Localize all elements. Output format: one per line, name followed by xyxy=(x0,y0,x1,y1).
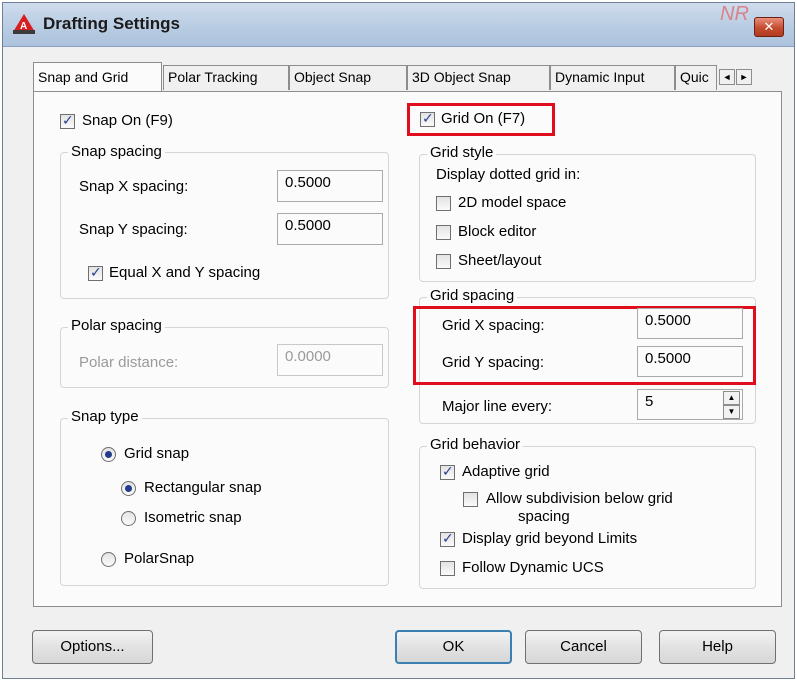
cancel-button[interactable]: Cancel xyxy=(525,630,642,664)
svg-text:A: A xyxy=(20,21,27,32)
help-button[interactable]: Help xyxy=(659,630,776,664)
tab-quick-properties[interactable]: Quic xyxy=(675,65,717,90)
display-grid-beyond-limits-label: Display grid beyond Limits xyxy=(462,530,638,547)
tab-scroll-right-icon[interactable]: ► xyxy=(736,69,752,85)
title-bar[interactable]: A Drafting Settings ✕ xyxy=(3,3,794,47)
tab-snap-and-grid[interactable]: Snap and Grid xyxy=(33,62,162,91)
snap-spacing-title: Snap spacing xyxy=(68,143,165,160)
polar-snap-radio[interactable] xyxy=(101,552,116,567)
polar-spacing-title: Polar spacing xyxy=(68,317,165,334)
sheet-layout-label: Sheet/layout xyxy=(458,252,542,269)
grid-y-spacing-label: Grid Y spacing: xyxy=(442,354,545,371)
grid-behavior-title: Grid behavior xyxy=(427,436,524,453)
snap-and-grid-panel: Snap On (F9) Snap spacing Snap X spacing… xyxy=(33,91,782,607)
adaptive-grid-checkbox[interactable] xyxy=(440,463,455,480)
polar-distance-input[interactable]: 0.0000 xyxy=(277,344,383,376)
tab-object-snap[interactable]: Object Snap xyxy=(289,65,407,90)
grid-x-spacing-label: Grid X spacing: xyxy=(442,317,545,334)
grid-x-spacing-input[interactable]: 0.5000 xyxy=(637,308,743,339)
grid-on-checkbox[interactable] xyxy=(420,110,435,127)
grid-y-spacing-input[interactable]: 0.5000 xyxy=(637,346,743,377)
snap-y-spacing-input[interactable]: 0.5000 xyxy=(277,213,383,245)
equal-xy-spacing-checkbox[interactable] xyxy=(88,264,103,281)
adaptive-grid-label: Adaptive grid xyxy=(462,463,550,480)
grid-on-label: Grid On (F7) xyxy=(441,110,526,127)
allow-subdivision-checkbox[interactable] xyxy=(463,492,478,507)
block-editor-checkbox[interactable] xyxy=(436,225,451,240)
isometric-snap-radio[interactable] xyxy=(121,511,136,526)
snap-x-spacing-label: Snap X spacing: xyxy=(79,178,189,195)
isometric-snap-label: Isometric snap xyxy=(144,509,242,526)
options-button[interactable]: Options... xyxy=(32,630,153,664)
grid-style-caption: Display dotted grid in: xyxy=(436,166,581,183)
block-editor-label: Block editor xyxy=(458,223,537,240)
tab-polar-tracking[interactable]: Polar Tracking xyxy=(163,65,289,90)
2d-model-space-label: 2D model space xyxy=(458,194,567,211)
polar-distance-label: Polar distance: xyxy=(79,354,179,371)
grid-style-title: Grid style xyxy=(427,144,497,161)
autocad-app-icon: A xyxy=(13,14,35,34)
grid-spacing-title: Grid spacing xyxy=(427,287,518,304)
snap-on-label: Snap On (F9) xyxy=(82,112,173,129)
display-grid-beyond-limits-checkbox[interactable] xyxy=(440,530,455,547)
allow-subdivision-label-line2: spacing xyxy=(518,508,570,525)
spin-up-icon[interactable]: ▲ xyxy=(723,391,740,405)
sheet-layout-checkbox[interactable] xyxy=(436,254,451,269)
window-title: Drafting Settings xyxy=(43,14,180,33)
grid-snap-label: Grid snap xyxy=(124,445,190,462)
grid-snap-radio[interactable] xyxy=(101,447,116,462)
drafting-settings-dialog: A Drafting Settings ✕ NR Snap and Grid P… xyxy=(2,2,795,679)
2d-model-space-checkbox[interactable] xyxy=(436,196,451,211)
ok-button[interactable]: OK xyxy=(395,630,512,664)
rectangular-snap-label: Rectangular snap xyxy=(144,479,262,496)
allow-subdivision-label: Allow subdivision below grid xyxy=(486,490,673,507)
polar-snap-label: PolarSnap xyxy=(124,550,195,567)
snap-on-checkbox[interactable] xyxy=(60,112,75,129)
rectangular-snap-radio[interactable] xyxy=(121,481,136,496)
major-line-every-label: Major line every: xyxy=(442,398,553,415)
watermark: NR xyxy=(720,3,749,25)
tab-scroll-left-icon[interactable]: ◄ xyxy=(719,69,735,85)
spin-down-icon[interactable]: ▼ xyxy=(723,405,740,419)
equal-xy-spacing-label: Equal X and Y spacing xyxy=(109,264,261,281)
tab-dynamic-input[interactable]: Dynamic Input xyxy=(550,65,675,90)
snap-y-spacing-label: Snap Y spacing: xyxy=(79,221,188,238)
follow-dynamic-ucs-checkbox[interactable] xyxy=(440,561,455,576)
follow-dynamic-ucs-label: Follow Dynamic UCS xyxy=(462,559,604,576)
snap-x-spacing-input[interactable]: 0.5000 xyxy=(277,170,383,202)
snap-type-title: Snap type xyxy=(68,408,142,425)
tab-3d-object-snap[interactable]: 3D Object Snap xyxy=(407,65,550,90)
